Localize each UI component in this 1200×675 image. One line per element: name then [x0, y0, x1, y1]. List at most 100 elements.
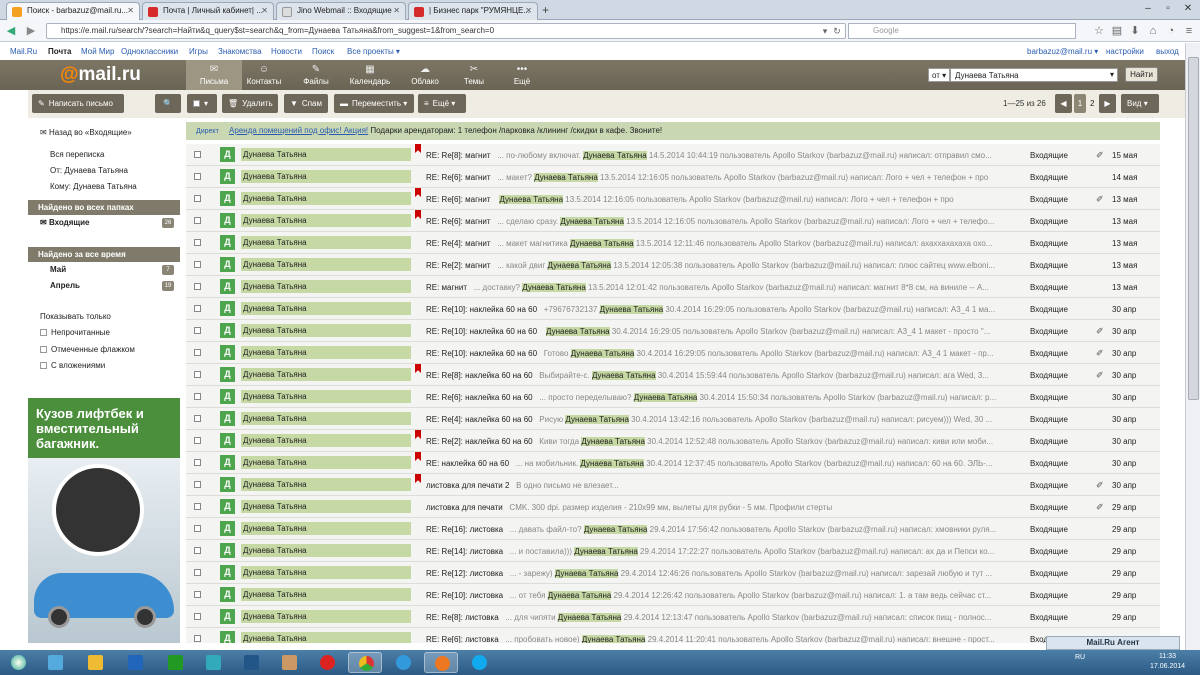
sender-name[interactable]: Дунаева Татьяна	[241, 390, 411, 403]
message-row[interactable]: Д Дунаева Татьяна RE: Re[2]: магнит ... ка…	[186, 254, 1160, 276]
message-row[interactable]: Д Дунаева Татьяна RE: наклейка 60 на 60 ..…	[186, 452, 1160, 474]
message-subject-snippet[interactable]: RE: Re[10]: наклейка 60 на 60 +796767321…	[426, 305, 1006, 314]
back-icon[interactable]: ◀	[4, 24, 18, 38]
taskbar-app[interactable]	[386, 652, 420, 673]
move-button[interactable]: ▬ Переместить ▾	[334, 94, 414, 113]
link-settings[interactable]: настройки	[1106, 47, 1144, 56]
sender-name[interactable]: Дунаева Татьяна	[241, 258, 411, 271]
row-checkbox[interactable]	[194, 195, 201, 202]
sender-name[interactable]: Дунаева Татьяна	[241, 368, 411, 381]
sender-name[interactable]: Дунаева Татьяна	[241, 456, 411, 469]
account-menu[interactable]: barbazuz@mail.ru ▾	[1027, 47, 1098, 56]
direct-ad-row[interactable]: Директ Аренда помещений под офис! Акция!…	[186, 122, 1160, 140]
message-subject-snippet[interactable]: RE: Re[8]: наклейка 60 на 60 Выбирайте-с…	[426, 371, 1006, 380]
spam-button[interactable]: ▼ Спам	[284, 94, 328, 113]
row-checkbox[interactable]	[194, 459, 201, 466]
start-button[interactable]	[4, 652, 34, 673]
language-indicator[interactable]: RU	[1075, 654, 1085, 661]
taskbar-app[interactable]	[38, 652, 72, 673]
message-row[interactable]: Д Дунаева Татьяна RE: Re[10]: наклейка 60 …	[186, 298, 1160, 320]
message-row[interactable]: Д Дунаева Татьяна RE: Re[6]: магнит ... сд…	[186, 210, 1160, 232]
flag-icon[interactable]	[415, 452, 421, 461]
sender-name[interactable]: Дунаева Татьяна	[241, 588, 411, 601]
row-checkbox[interactable]	[194, 217, 201, 224]
sender-name[interactable]: Дунаева Татьяна	[241, 192, 411, 205]
message-subject-snippet[interactable]: RE: Re[6]: листовка ... пробовать новое)…	[426, 635, 1006, 643]
row-checkbox[interactable]	[194, 283, 201, 290]
filter-flagged[interactable]: Отмеченные флажком	[40, 345, 135, 354]
message-row[interactable]: Д Дунаева Татьяна листовка для печати CMK.…	[186, 496, 1160, 518]
to-filter-link[interactable]: Кому: Дунаева Татьяна	[50, 182, 137, 191]
flag-icon[interactable]	[415, 474, 421, 483]
message-row[interactable]: Д Дунаева Татьяна RE: Re[10]: наклейка 60 …	[186, 342, 1160, 364]
row-checkbox[interactable]	[194, 151, 201, 158]
next-page-button[interactable]: ▶	[1099, 94, 1116, 113]
message-row[interactable]: Д Дунаева Татьяна RE: Re[16]: листовка ...…	[186, 518, 1160, 540]
row-checkbox[interactable]	[194, 437, 201, 444]
checkbox-icon[interactable]	[40, 362, 47, 370]
search-scope-select[interactable]: от ▾	[928, 68, 950, 82]
tab-mail-search[interactable]: Поиск - barbazuz@mail.ru... ✕	[6, 2, 140, 20]
sender-name[interactable]: Дунаева Татьяна	[241, 280, 411, 293]
sidebar-item-may[interactable]: Май	[50, 265, 66, 274]
message-subject-snippet[interactable]: RE: Re[2]: наклейка 60 на 60 Киви тогда …	[426, 437, 1006, 446]
message-subject-snippet[interactable]: RE: магнит ... доставку? Дунаева Татьяна…	[426, 283, 1006, 292]
sender-name[interactable]: Дунаева Татьяна	[241, 522, 411, 535]
find-button[interactable]: Найти	[1125, 67, 1158, 82]
close-tab-icon[interactable]: ✕	[525, 6, 532, 15]
message-row[interactable]: Д Дунаева Татьяна RE: Re[10]: листовка ...…	[186, 584, 1160, 606]
row-checkbox[interactable]	[194, 569, 201, 576]
scrollbar-thumb[interactable]	[1188, 57, 1199, 400]
taskbar-app[interactable]	[118, 652, 152, 673]
row-checkbox[interactable]	[194, 261, 201, 268]
flag-icon[interactable]	[415, 144, 421, 153]
message-row[interactable]: Д Дунаева Татьяна RE: Re[8]: листовка ... …	[186, 606, 1160, 628]
message-subject-snippet[interactable]: листовка для печати 2 В одно письмо не в…	[426, 481, 1006, 490]
nav-calendar[interactable]: ▦ Календарь	[342, 60, 398, 90]
close-tab-icon[interactable]: ✕	[261, 6, 268, 15]
message-row[interactable]: Д Дунаева Татьяна RE: Re[6]: магнит Дунаев…	[186, 188, 1160, 210]
message-subject-snippet[interactable]: RE: Re[6]: наклейка 60 на 60 ... просто …	[426, 393, 1006, 402]
link-mailru[interactable]: Mail.Ru	[10, 47, 37, 56]
flag-icon[interactable]	[415, 430, 421, 439]
nav-contacts[interactable]: ☺ Контакты	[236, 60, 292, 90]
row-checkbox[interactable]	[194, 613, 201, 620]
message-subject-snippet[interactable]: RE: Re[8]: магнит ... по-любому включат.…	[426, 151, 1006, 160]
sender-name[interactable]: Дунаева Татьяна	[241, 346, 411, 359]
search-toggle-button[interactable]: 🔍	[155, 94, 181, 113]
message-row[interactable]: Д Дунаева Татьяна RE: Re[12]: листовка ...…	[186, 562, 1160, 584]
message-subject-snippet[interactable]: RE: Re[6]: магнит ... сделаю сразу. Дуна…	[426, 217, 1006, 226]
sidebar-item-inbox[interactable]: ✉ Входящие	[40, 218, 90, 227]
link-poisk[interactable]: Поиск	[312, 47, 334, 56]
message-subject-snippet[interactable]: RE: Re[14]: листовка ... и поставила))) …	[426, 547, 1006, 556]
menu-icon[interactable]: ≡	[1182, 24, 1196, 38]
message-row[interactable]: Д Дунаева Татьяна RE: Re[6]: магнит ... ма…	[186, 166, 1160, 188]
sender-name[interactable]: Дунаева Татьяна	[241, 324, 411, 337]
sync-icon[interactable]: ◔	[1164, 24, 1178, 38]
message-row[interactable]: Д Дунаева Татьяна RE: Re[4]: наклейка 60 н…	[186, 408, 1160, 430]
message-row[interactable]: Д Дунаева Татьяна RE: Re[14]: листовка ...…	[186, 540, 1160, 562]
message-subject-snippet[interactable]: RE: Re[4]: магнит ... макет магнитика Ду…	[426, 239, 1006, 248]
checkbox-icon[interactable]	[40, 346, 47, 354]
forward-icon[interactable]: ▶	[24, 24, 38, 38]
more-button[interactable]: ≡ Ещё ▾	[418, 94, 466, 113]
row-checkbox[interactable]	[194, 503, 201, 510]
taskbar-app[interactable]	[78, 652, 112, 673]
filter-attachments[interactable]: С вложениями	[40, 361, 105, 370]
link-moy-mir[interactable]: Мой Мир	[81, 47, 114, 56]
close-tab-icon[interactable]: ✕	[127, 6, 134, 15]
flag-icon[interactable]	[415, 364, 421, 373]
tab-pochta[interactable]: Почта | Личный кабинет| ... ✕	[142, 2, 274, 20]
row-checkbox[interactable]	[194, 635, 201, 642]
page-scrollbar[interactable]	[1185, 43, 1200, 650]
taskbar-app[interactable]	[158, 652, 192, 673]
back-to-inbox-link[interactable]: ✉ Назад во «Входящие»	[40, 128, 132, 137]
select-all-checkbox[interactable]: ▾	[187, 94, 217, 113]
row-checkbox[interactable]	[194, 327, 201, 334]
sender-name[interactable]: Дунаева Татьяна	[241, 302, 411, 315]
sender-name[interactable]: Дунаева Татьяна	[241, 500, 411, 513]
flag-icon[interactable]	[415, 210, 421, 219]
reload-icon[interactable]: ↻	[830, 24, 844, 38]
message-row[interactable]: Д Дунаева Татьяна RE: Re[4]: магнит ... ма…	[186, 232, 1160, 254]
message-row[interactable]: Д Дунаева Татьяна RE: Re[2]: наклейка 60 н…	[186, 430, 1160, 452]
